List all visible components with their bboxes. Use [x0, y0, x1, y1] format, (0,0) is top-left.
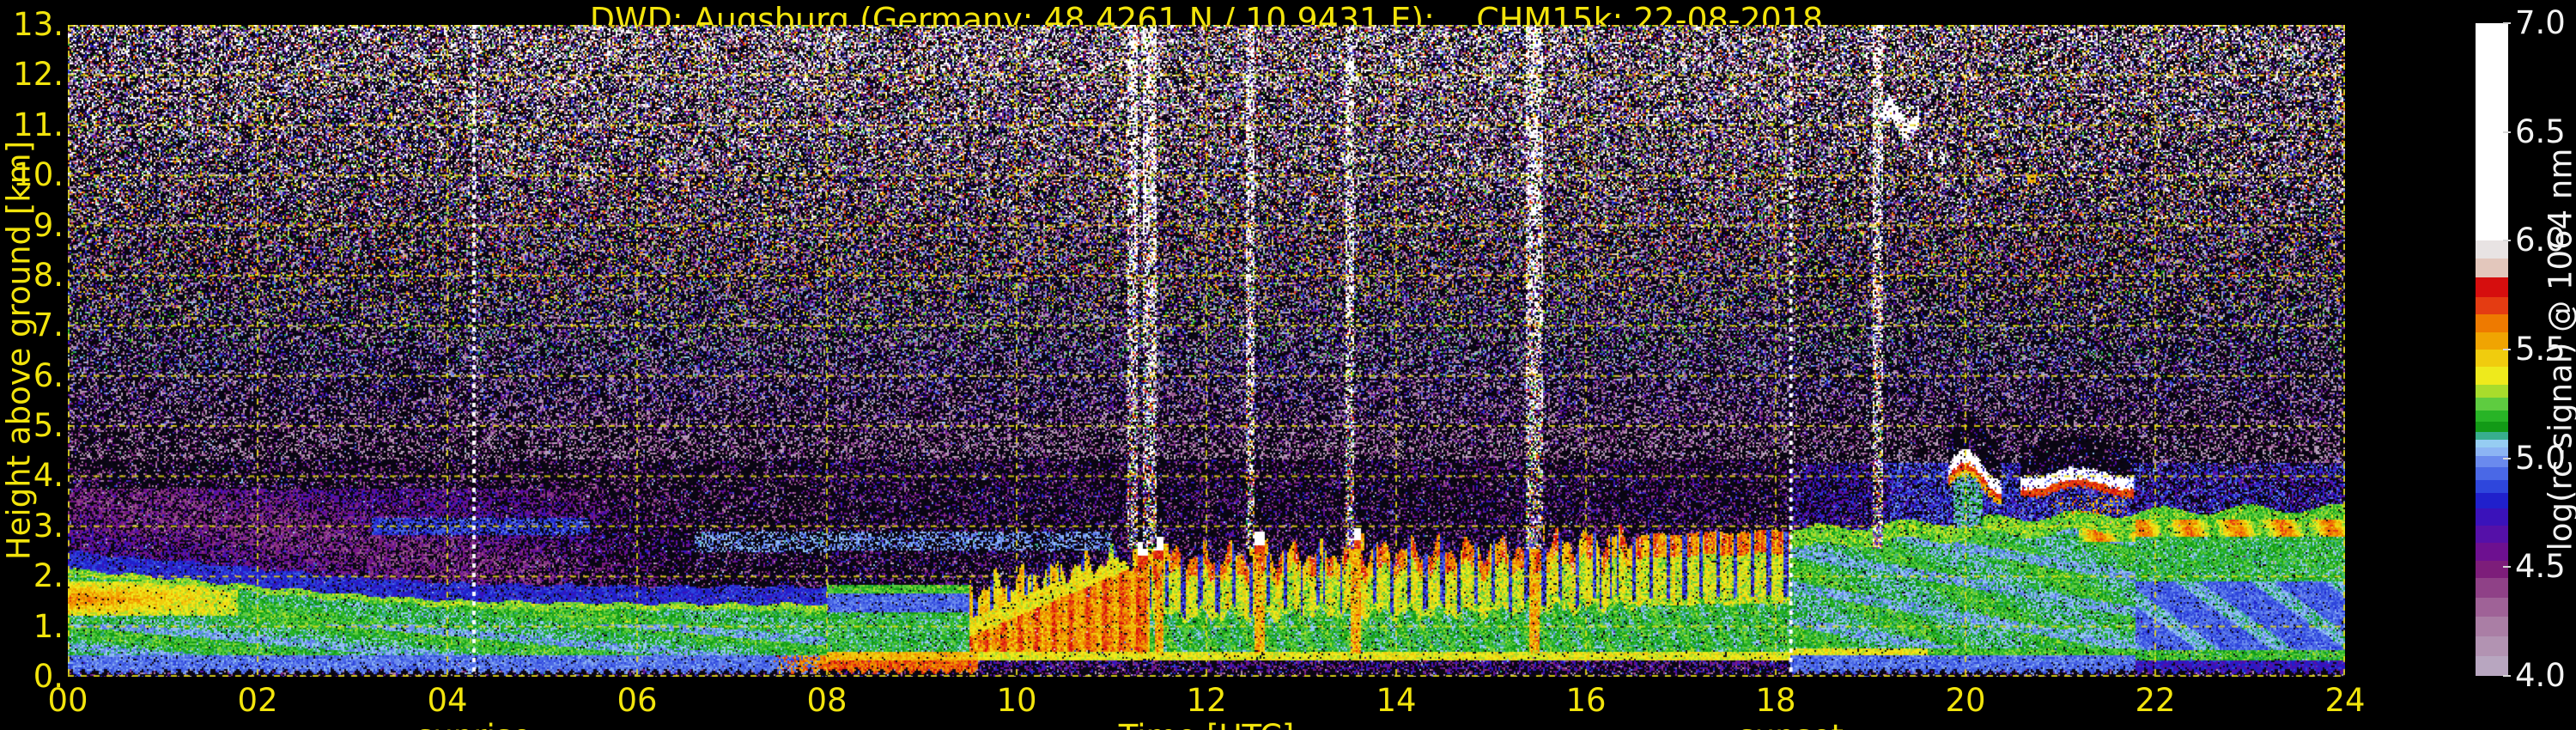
colorbar-tick-label: 6.5 [2515, 113, 2566, 150]
y-tick-label: 10. [13, 156, 64, 194]
colorbar-segment [2476, 240, 2508, 259]
y-tick-label: 3. [33, 507, 64, 544]
colorbar-segment [2476, 349, 2508, 368]
y-tick-label: 12. [13, 56, 64, 94]
x-tick-label: 04 [427, 682, 468, 719]
y-tick-label: 2. [33, 557, 64, 595]
x-tick-label: 12 [1186, 682, 1227, 719]
x-axis-label: Time [UTC] [1078, 720, 1335, 730]
colorbar-segment [2476, 258, 2508, 278]
colorbar-segment [2476, 508, 2508, 526]
x-tick-label: 08 [806, 682, 848, 719]
y-tick-label: 5. [33, 407, 64, 445]
y-tick-label: 13. [13, 6, 64, 43]
colorbar-segment [2476, 577, 2508, 598]
x-tick-label: 16 [1565, 682, 1607, 719]
colorbar-segment [2476, 479, 2508, 494]
sunrise-label: sunrise [345, 720, 603, 730]
colorbar-segment [2476, 277, 2508, 298]
colorbar-segment [2476, 432, 2508, 441]
colorbar-segment [2476, 526, 2508, 544]
colorbar-label: log(rc-signal) @ 1064 nm [2542, 148, 2576, 551]
colorbar-segment [2476, 440, 2508, 447]
x-tick-label: 18 [1755, 682, 1796, 719]
colorbar-segment [2476, 466, 2508, 480]
colorbar-tick-label: 4.5 [2515, 548, 2566, 586]
colorbar-segment [2476, 332, 2508, 350]
y-tick-label: 7. [33, 307, 64, 344]
x-tick-label: 14 [1376, 682, 1417, 719]
colorbar-segment [2476, 543, 2508, 561]
colorbar-segment [2476, 597, 2508, 617]
x-tick-label: 00 [47, 682, 88, 719]
plot-area [68, 25, 2345, 677]
colorbar-segment [2476, 421, 2508, 433]
colorbar-tick-label: 7.0 [2515, 4, 2566, 41]
colorbar-tick-mark [2503, 131, 2511, 133]
colorbar-segment [2476, 384, 2508, 398]
colorbar-segment [2476, 367, 2508, 385]
y-tick-label: 1. [33, 607, 64, 645]
colorbar-segment [2476, 397, 2508, 411]
colorbar-segment [2476, 617, 2508, 637]
colorbar-segment [2476, 493, 2508, 508]
colorbar-tick-mark [2503, 240, 2511, 242]
colorbar-tick-mark [2503, 349, 2511, 350]
colorbar-tick-label: 4.0 [2515, 657, 2566, 694]
y-axis-label: Height above ground [km] [0, 140, 38, 561]
ceilometer-quicklook: DWD: Augsburg (Germany; 48.4261 N / 10.9… [0, 0, 2576, 730]
y-tick-label: 8. [33, 256, 64, 294]
x-tick-label: 24 [2324, 682, 2366, 719]
colorbar-segment [2476, 447, 2508, 457]
colorbar-segment [2476, 297, 2508, 315]
colorbar-segment [2476, 314, 2508, 332]
heatmap-canvas [68, 25, 2345, 677]
x-tick-label: 02 [237, 682, 278, 719]
colorbar-segment [2476, 410, 2508, 422]
colorbar-tick-mark [2503, 566, 2511, 569]
colorbar-tick-mark [2503, 457, 2511, 459]
sunset-label: sunset [1662, 720, 1920, 730]
colorbar-segment [2476, 636, 2508, 657]
colorbar-tick-mark [2503, 22, 2511, 24]
y-tick-label: 6. [33, 356, 64, 394]
colorbar-tick-mark [2503, 675, 2511, 677]
colorbar-segment [2476, 656, 2508, 676]
y-tick-label: 9. [33, 206, 64, 244]
x-tick-label: 20 [1945, 682, 1986, 719]
x-tick-label: 22 [2135, 682, 2176, 719]
y-tick-label: 4. [33, 457, 64, 495]
colorbar-segment [2476, 560, 2508, 578]
x-tick-label: 10 [996, 682, 1037, 719]
y-tick-label: 11. [13, 106, 64, 143]
x-tick-label: 06 [617, 682, 658, 719]
